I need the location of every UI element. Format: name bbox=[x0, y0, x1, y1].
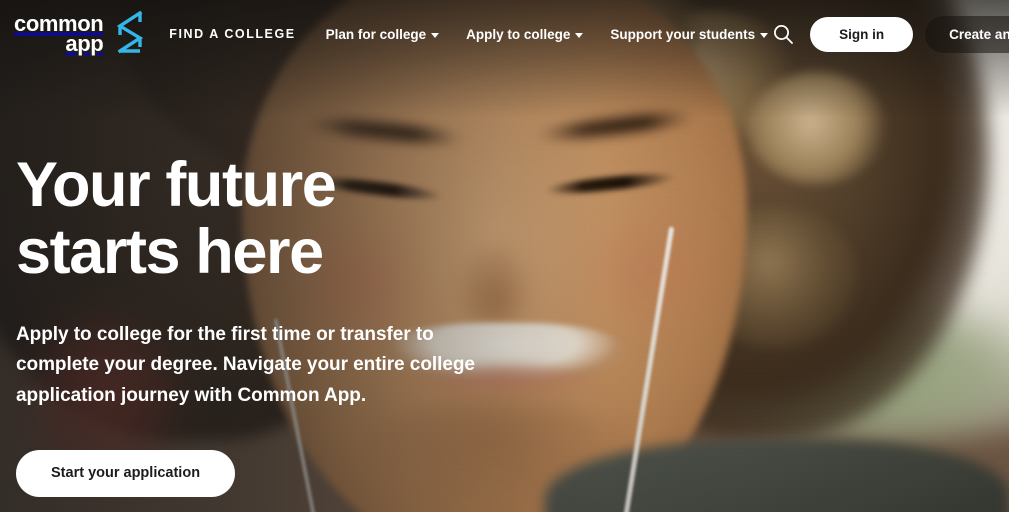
common-app-homepage: common app FIND A COLLEGE Plan for colle… bbox=[0, 0, 1009, 512]
site-header: common app FIND A COLLEGE Plan for colle… bbox=[0, 0, 1009, 68]
common-app-ribbon-logo-icon bbox=[117, 11, 144, 54]
header-actions: Sign in Create an account bbox=[768, 15, 1009, 53]
nav-item-label: Plan for college bbox=[325, 26, 427, 42]
hero-headline-line-2: starts here bbox=[16, 216, 324, 287]
sign-in-button[interactable]: Sign in bbox=[810, 16, 914, 52]
chevron-down-icon bbox=[431, 32, 440, 38]
nav-item-label: Support your students bbox=[610, 26, 756, 42]
hero-headline-line-1: Your future bbox=[16, 150, 337, 220]
logo-word-app: app bbox=[65, 31, 104, 56]
search-icon bbox=[774, 25, 794, 44]
chevron-down-icon bbox=[760, 32, 769, 38]
nav-item-support-your-students[interactable]: Support your students bbox=[610, 26, 769, 42]
hero-headline: Your future starts here bbox=[16, 152, 536, 286]
start-your-application-button[interactable]: Start your application bbox=[16, 449, 236, 497]
nav-find-a-college[interactable]: FIND A COLLEGE bbox=[169, 27, 295, 41]
nav-item-apply-to-college[interactable]: Apply to college bbox=[466, 26, 584, 42]
logo-wordmark: common app bbox=[14, 12, 104, 56]
hero-subtitle: Apply to college for the first time or t… bbox=[16, 323, 475, 407]
search-button[interactable] bbox=[768, 19, 798, 49]
hero-section: Your future starts here Apply to college… bbox=[16, 152, 536, 497]
nav-item-plan-for-college[interactable]: Plan for college bbox=[326, 27, 440, 42]
primary-navigation: Plan for college Apply to college Suppor… bbox=[326, 27, 769, 42]
create-account-button[interactable]: Create an account bbox=[925, 15, 1009, 53]
chevron-down-icon bbox=[575, 32, 584, 38]
nav-item-label: Apply to college bbox=[466, 26, 571, 42]
logo-home-link[interactable]: common app bbox=[14, 11, 147, 57]
